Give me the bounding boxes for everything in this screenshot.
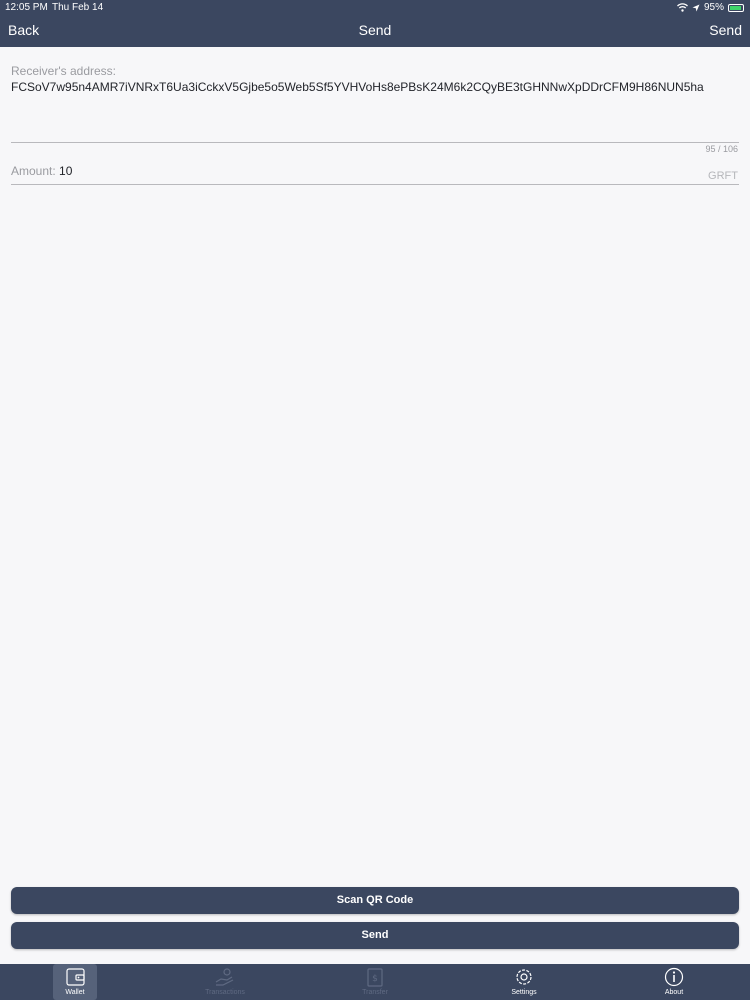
status-indicators: 95% — [677, 2, 744, 13]
wifi-icon — [677, 3, 688, 12]
top-bar: 12:05 PM Thu Feb 14 95% Back Send Send — [0, 0, 750, 47]
tab-transfer[interactable]: $ Transfer — [315, 964, 435, 1000]
amount-label: Amount: — [11, 164, 56, 178]
amount-field[interactable]: 10 — [59, 164, 72, 178]
battery-percent: 95% — [703, 2, 724, 13]
wallet-icon — [66, 968, 85, 986]
amount-unit: GRFT — [708, 170, 738, 182]
receiver-address-label: Receiver's address: — [11, 64, 116, 78]
transfer-icon: $ — [367, 968, 383, 987]
address-divider — [11, 142, 739, 143]
status-time: 12:05 PM — [5, 2, 48, 13]
tab-label: Wallet — [65, 989, 85, 996]
hand-coin-icon — [215, 968, 234, 986]
gear-icon — [516, 969, 532, 985]
tab-label: Transactions — [205, 989, 245, 996]
location-arrow-icon — [692, 4, 700, 11]
amount-divider — [11, 184, 739, 185]
page-title: Send — [358, 22, 392, 38]
receiver-address-field[interactable]: FCSoV7w95n4AMR7iVNRxT6Ua3iCckxV5Gjbe5o5W… — [11, 80, 704, 94]
info-icon — [664, 967, 684, 987]
char-counter: 95 / 106 — [705, 144, 738, 154]
tab-wallet[interactable]: Wallet — [15, 964, 135, 1000]
send-button[interactable]: Send — [11, 922, 739, 949]
tab-label: Transfer — [362, 989, 388, 996]
tab-bar: Wallet Transactions $ Transfer Settings … — [0, 964, 750, 1000]
tab-label: Settings — [511, 989, 537, 996]
tab-about[interactable]: About — [614, 964, 734, 1000]
amount-row: Amount: 10 — [11, 164, 72, 178]
scan-qr-button[interactable]: Scan QR Code — [11, 887, 739, 914]
svg-text:$: $ — [372, 974, 378, 984]
tab-label: About — [664, 989, 684, 996]
status-date: Thu Feb 14 — [52, 2, 104, 13]
battery-icon — [728, 3, 744, 12]
tab-settings[interactable]: Settings — [464, 964, 584, 1000]
nav-send-button[interactable]: Send — [709, 22, 742, 38]
tab-transactions[interactable]: Transactions — [165, 964, 285, 1000]
